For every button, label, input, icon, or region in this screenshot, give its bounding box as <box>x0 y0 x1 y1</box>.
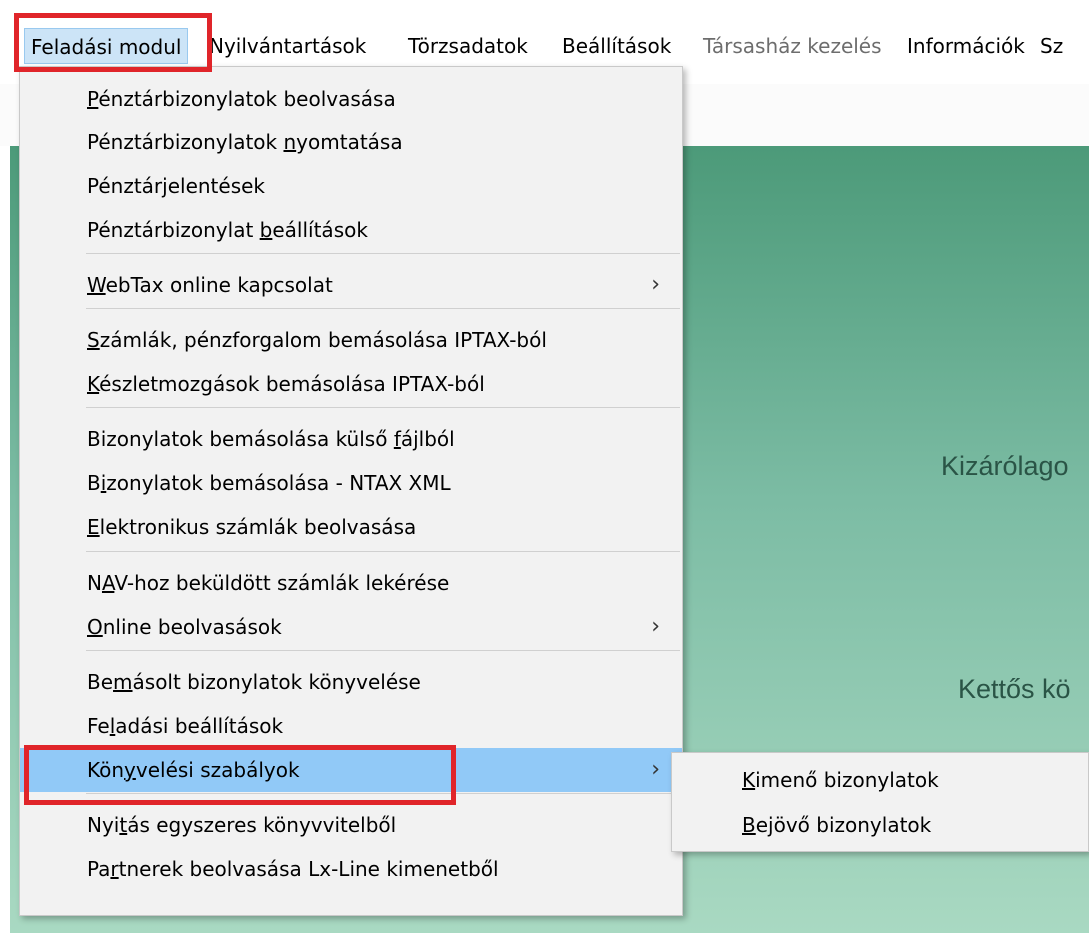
menu-item-label-part: Pa <box>87 857 111 881</box>
menu-tarsashaz-kezeles: Társasház kezelés <box>703 34 882 58</box>
menu-item-label-part: yomtatása <box>296 130 403 154</box>
menu-item-label-part: N <box>87 571 102 595</box>
menu-feladasi-modul[interactable]: Feladási modul <box>24 28 189 64</box>
menu-item-label-part: lektronikus számlák beolvasása <box>99 515 417 539</box>
menu-item-feladasi-beallitasok[interactable]: Feladási beállítások <box>20 704 682 748</box>
menu-item-label-part: Kön <box>87 758 125 782</box>
background-text-2: Kettős kö <box>958 674 1071 704</box>
menu-item-penztarbizonylatok-nyomtatasa[interactable]: Pénztárbizonylatok nyomtatása <box>20 120 682 164</box>
menu-item-label-part: Fe <box>87 714 110 738</box>
menu-item-label-part: Be <box>87 670 114 694</box>
menu-item-accelerator-key: K <box>87 372 100 396</box>
menu-torzsadatok[interactable]: Törzsadatok <box>402 28 534 64</box>
menu-informaciok[interactable]: Információk <box>901 28 1031 64</box>
chevron-right-icon: › <box>651 614 660 639</box>
feladasi-modul-dropdown: Pénztárbizonylatok beolvasása Pénztárbizo… <box>19 66 683 916</box>
menu-item-label-part: észletmozgások bemásolása IPTAX-ból <box>99 372 485 396</box>
menu-item-accelerator-key: y <box>124 758 136 782</box>
menu-item-label-part: tnerek beolvasása Lx-Line kimenetből <box>118 857 499 881</box>
menu-item-elektronikus-szamlak-beolvasasa[interactable]: Elektronikus számlák beolvasása <box>20 505 682 549</box>
menu-beallitasok[interactable]: Beállítások <box>556 28 677 64</box>
menu-item-bizonylatok-bemasolasa-ntax-xml[interactable]: Bizonylatok bemásolása - NTAX XML <box>20 461 682 505</box>
menu-item-online-beolvasasok[interactable]: Online beolvasások › <box>20 605 682 649</box>
menu-item-accelerator-key: E <box>87 515 100 539</box>
background-text-1: Kizárólago <box>941 451 1069 481</box>
menu-item-accelerator-key: W <box>87 273 106 297</box>
menu-item-partnerek-beolvasasa-lx-line[interactable]: Partnerek beolvasása Lx-Line kimenetből <box>20 847 682 891</box>
menu-item-szamlak-penzforgalom-bemasolasa[interactable]: Számlák, pénzforgalom bemásolása IPTAX-b… <box>20 318 682 362</box>
menu-item-label-part: ebTax online kapcsolat <box>105 273 333 297</box>
menu-item-label-part: nline beolvasások <box>102 615 282 639</box>
chevron-right-icon: › <box>651 757 660 782</box>
menu-item-label-part: Bizonylatok bemásolása külső <box>87 427 394 451</box>
menu-item-bizonylatok-bemasolasa-kulso-fajlbol[interactable]: Bizonylatok bemásolása külső fájlból <box>20 417 682 461</box>
menu-item-accelerator-key: m <box>113 670 133 694</box>
menu-item-penztarbizonylatok-beolvasasa[interactable]: Pénztárbizonylatok beolvasása <box>20 77 682 121</box>
menu-item-label-part: ájlból <box>400 427 455 451</box>
menu-separator <box>86 308 680 309</box>
menu-separator <box>86 407 680 408</box>
menu-item-label-part: Pénztárbizonylat <box>87 218 260 242</box>
menu-nyilvantartasok[interactable]: Nyilvántartások <box>203 28 372 64</box>
menu-item-penztarbizonylat-beallitasok[interactable]: Pénztárbizonylat beállítások <box>20 208 682 252</box>
menu-item-label-part: Pénztár <box>87 174 163 198</box>
menu-separator <box>86 650 680 651</box>
menu-item-accelerator-key: r <box>110 857 119 881</box>
menu-item-label-part: ejövő bizonylatok <box>755 813 932 837</box>
menu-item-accelerator-key: K <box>742 768 756 792</box>
menu-item-nav-bekuldott-szamlak-lekerese[interactable]: NAV-hoz beküldött számlák lekérése <box>20 561 682 605</box>
menu-item-label-part: ásolt bizonylatok könyvelése <box>132 670 421 694</box>
menu-item-penztarjelentesek[interactable]: Pénztárjelentések <box>20 164 682 208</box>
menu-item-label-part: imenő bizonylatok <box>755 768 939 792</box>
menu-separator <box>86 253 680 254</box>
menu-item-konyvelesi-szabalyok[interactable]: Könyvelési szabályok › <box>20 748 682 792</box>
menu-item-label-part: eállítások <box>272 218 368 242</box>
menu-item-label-part: B <box>87 471 101 495</box>
menu-item-accelerator-key: n <box>283 130 297 154</box>
menu-item-accelerator-key: A <box>101 571 115 595</box>
menu-item-label-part: énztárbizonylatok beolvasása <box>98 87 396 111</box>
konyvelesi-szabalyok-submenu: Kimenő bizonylatok Bejövő bizonylatok <box>671 752 1089 852</box>
menu-item-label-part: velési szabályok <box>135 758 300 782</box>
menu-separator <box>86 793 680 794</box>
menu-item-accelerator-key: P <box>87 87 99 111</box>
menu-item-bemasolt-bizonylatok-konyvelese[interactable]: Bemásolt bizonylatok könyvelése <box>20 660 682 704</box>
chevron-right-icon: › <box>651 272 660 297</box>
menu-item-keszletmozgasok-bemasolasa[interactable]: Készletmozgások bemásolása IPTAX-ból <box>20 362 682 406</box>
menu-item-accelerator-key: O <box>87 615 103 639</box>
submenu-item-kimeno-bizonylatok[interactable]: Kimenő bizonylatok <box>672 758 1088 802</box>
menu-item-label-part: Nyi <box>87 813 120 837</box>
menu-item-label-part: ás egyszeres könyvvitelből <box>127 813 397 837</box>
menu-item-accelerator-key: b <box>259 218 273 242</box>
menu-item-label-part: zonylatok bemásolása - NTAX XML <box>106 471 451 495</box>
menu-item-accelerator-key: B <box>742 813 756 837</box>
menu-item-label-part: elentések <box>167 174 266 198</box>
menu-item-label-part: V-hoz beküldött számlák lekérése <box>114 571 450 595</box>
menu-item-accelerator-key: S <box>87 328 100 352</box>
submenu-item-bejovo-bizonylatok[interactable]: Bejövő bizonylatok <box>672 803 1088 847</box>
menu-item-webtax-online-kapcsolat[interactable]: WebTax online kapcsolat › <box>20 263 682 307</box>
menu-item-label-part: Pénztárbizonylatok <box>87 130 284 154</box>
menu-item-label-part: zámlák, pénzforgalom bemásolása IPTAX-bó… <box>99 328 547 352</box>
menu-item-nyitas-egyszeres-konyvvitelbol[interactable]: Nyitás egyszeres könyvvitelből <box>20 803 682 847</box>
menu-item-accelerator-key: f <box>393 427 401 451</box>
menu-separator <box>86 551 680 552</box>
menu-item-label-part: adási beállítások <box>115 714 284 738</box>
menu-sz[interactable]: Sz <box>1034 28 1069 64</box>
